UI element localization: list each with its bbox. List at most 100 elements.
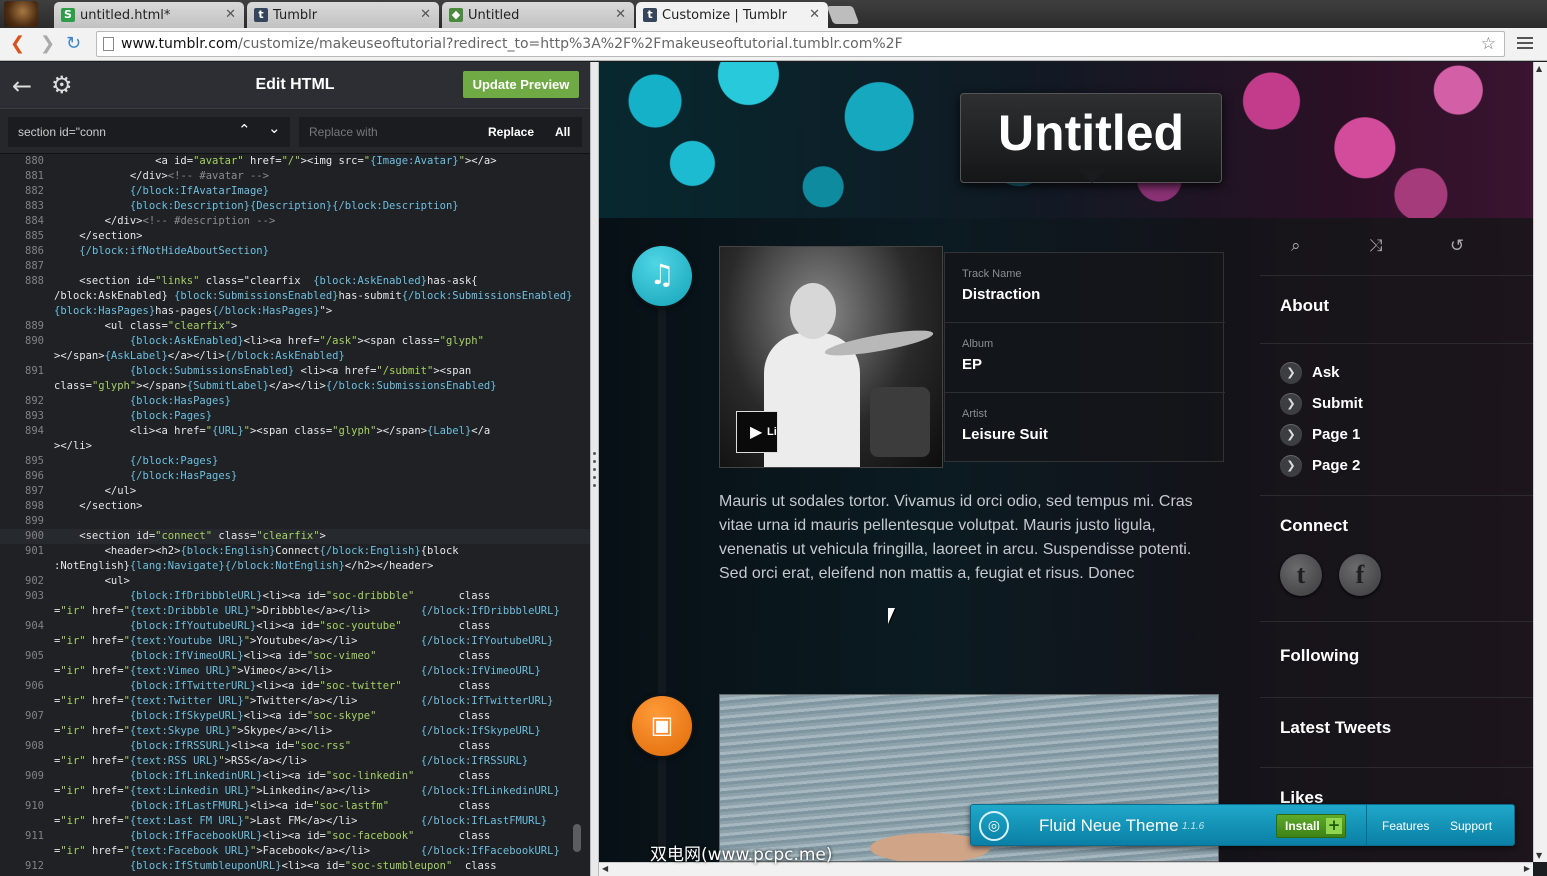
back-arrow-icon[interactable]: ❮ xyxy=(10,34,25,54)
code-text: {block:Description}{Description}{/block:… xyxy=(129,200,459,212)
theme-preview: Untitled ♫ ▣ ▶ Li Track Name Distraction … xyxy=(599,62,1533,862)
address-bar[interactable]: www.tumblr.com/customize/makeuseoftutori… xyxy=(96,31,1505,57)
scroll-up-arrow-icon[interactable]: ▲ xyxy=(1536,64,1542,73)
support-link[interactable]: Support xyxy=(1450,819,1492,833)
url-path: /customize/makeuseoftutorial?redirect_to… xyxy=(238,36,903,52)
artist-value: Leisure Suit xyxy=(962,426,1048,443)
browser-tab-3[interactable]: ◆ Untitled ✕ xyxy=(442,2,634,28)
theme-logo-icon: ◎ xyxy=(979,811,1009,841)
shuffle-icon[interactable]: ⤨ xyxy=(1369,236,1383,256)
tab-label: Tumblr xyxy=(273,8,318,23)
code-line: ="ir" href="{text:Skype URL}">Skype</a><… xyxy=(0,724,590,739)
replace-button[interactable]: Replace xyxy=(488,125,534,139)
facebook-icon[interactable]: f xyxy=(1339,554,1381,596)
install-button[interactable]: Install + xyxy=(1276,814,1346,838)
code-line: 888 <section id="links" class="clearfix … xyxy=(0,274,590,289)
code-line: 906 {block:IfTwitterURL}<li><a id="soc-t… xyxy=(0,679,590,694)
sidebar-link-page-1[interactable]: ❯ Page 1 xyxy=(1280,424,1360,446)
code-line: 886 {/block:ifNotHideAboutSection} xyxy=(0,244,590,259)
line-number: 895 xyxy=(25,455,44,467)
code-line: 900 <section id="connect" class="clearfi… xyxy=(0,529,590,544)
replace-input[interactable]: Replace with Replace All xyxy=(299,117,582,147)
sidebar-link-submit[interactable]: ❯ Submit xyxy=(1280,393,1363,415)
blog-title[interactable]: Untitled xyxy=(960,93,1222,183)
replace-all-button[interactable]: All xyxy=(555,125,570,139)
sidebar-link-page-2[interactable]: ❯ Page 2 xyxy=(1280,455,1360,477)
features-link[interactable]: Features xyxy=(1382,819,1429,833)
code-text: {/block:ifNotHideAboutSection} xyxy=(79,245,269,257)
scroll-down-arrow-icon[interactable]: ▼ xyxy=(1536,851,1542,860)
close-tab-icon[interactable]: ✕ xyxy=(809,7,820,22)
twitter-icon[interactable]: t xyxy=(1280,554,1322,596)
album-art-head xyxy=(790,283,836,339)
code-line: /block:AskEnabled} {block:SubmissionsEna… xyxy=(0,289,590,304)
find-input[interactable]: section id="conn ⌃ ⌄ xyxy=(8,117,290,147)
theme-version: 1.1.6 xyxy=(1182,821,1205,832)
tab-label: untitled.html* xyxy=(80,8,171,23)
browser-tab-1[interactable]: S untitled.html* ✕ xyxy=(54,2,244,28)
hamburger-menu-icon[interactable] xyxy=(1517,34,1533,52)
close-tab-icon[interactable]: ✕ xyxy=(420,7,431,22)
line-number: 905 xyxy=(25,650,44,662)
code-line: 907 {block:IfSkypeURL}<li><a id="soc-sky… xyxy=(0,709,590,724)
code-line: ></li> xyxy=(0,439,590,454)
code-line: ="ir" href="{text:Vimeo URL}">Vimeo</a><… xyxy=(0,664,590,679)
plus-icon: + xyxy=(1326,816,1342,834)
code-line: 902 <ul> xyxy=(0,574,590,589)
line-number: 893 xyxy=(25,410,44,422)
code-line: 890 {block:AskEnabled}<li><a href="/ask"… xyxy=(0,334,590,349)
search-icon[interactable]: ⌕ xyxy=(1291,236,1301,256)
find-input-value: section id="conn xyxy=(18,125,106,139)
browser-tab-4[interactable]: t Customize | Tumblr ✕ xyxy=(636,2,828,29)
blog-header-banner: Untitled xyxy=(599,62,1533,218)
chevron-up-icon[interactable]: ⌃ xyxy=(238,121,251,139)
line-number: 901 xyxy=(25,545,44,557)
code-text: {block:Pages} xyxy=(129,410,213,422)
code-editor[interactable]: 880 <a id="avatar" href="/"><img src="{I… xyxy=(0,154,590,876)
scroll-left-arrow-icon[interactable]: ◀ xyxy=(602,864,608,873)
browser-tab-2[interactable]: t Tumblr ✕ xyxy=(247,2,439,28)
album-label: Album xyxy=(962,338,994,350)
close-tab-icon[interactable]: ✕ xyxy=(225,7,236,22)
code-line: 897 </ul> xyxy=(0,484,590,499)
code-text: <a id="avatar" href="/"><img src="{Image… xyxy=(54,155,497,167)
code-line: 905 {block:IfVimeoURL}<li><a id="soc-vim… xyxy=(0,649,590,664)
scroll-right-arrow-icon[interactable]: ▶ xyxy=(1524,864,1530,873)
play-icon: ▶ xyxy=(750,422,763,441)
editor-scrollbar[interactable] xyxy=(573,824,581,852)
play-label: Li xyxy=(767,426,777,438)
update-preview-button[interactable]: Update Preview xyxy=(463,71,579,98)
code-line: 901 <header><h2>{block:English}Connect{/… xyxy=(0,544,590,559)
code-text: :NotEnglish}{lang:Navigate}{/block:NotEn… xyxy=(54,560,434,572)
track-name-value: Distraction xyxy=(962,286,1041,303)
code-text: <section id="links" class="clearfix {blo… xyxy=(54,275,478,287)
code-line: 887 xyxy=(0,259,590,274)
bookmark-star-icon[interactable]: ☆ xyxy=(1481,34,1496,54)
code-line: 909 {block:IfLinkedinURL}<li><a id="soc-… xyxy=(0,769,590,784)
code-text: ="ir" href="{text:RSS URL}">RSS</a></li>… xyxy=(54,755,529,767)
chevron-down-icon[interactable]: ⌄ xyxy=(268,119,281,137)
play-button[interactable]: ▶ Li xyxy=(736,411,778,453)
close-tab-icon[interactable]: ✕ xyxy=(615,7,626,22)
page-icon xyxy=(103,37,114,51)
history-icon[interactable]: ↺ xyxy=(1450,236,1464,256)
preview-vertical-scrollbar[interactable]: ▲ ▼ xyxy=(1533,62,1547,862)
line-number: 912 xyxy=(25,860,44,872)
line-number: 898 xyxy=(25,500,44,512)
sidebar-link-label: Page 1 xyxy=(1312,426,1361,443)
code-text: {block:IfLinkedinURL}<li><a id="soc-link… xyxy=(129,770,491,782)
sidebar-link-label: Submit xyxy=(1312,395,1363,412)
panel-resize-handle[interactable] xyxy=(590,62,599,876)
artist-label: Artist xyxy=(962,408,988,420)
code-text: {block:IfFacebookURL}<li><a id="soc-face… xyxy=(129,830,491,842)
code-line: ="ir" href="{text:Dribbble URL}">Dribbbl… xyxy=(0,604,590,619)
new-tab-button[interactable] xyxy=(826,6,860,24)
connect-heading: Connect xyxy=(1280,516,1348,535)
forward-arrow-icon[interactable]: ❯ xyxy=(40,34,55,54)
code-text: {block:IfYoutubeURL}<li><a id="soc-youtu… xyxy=(129,620,491,632)
browser-logo-icon xyxy=(4,1,38,27)
reload-icon[interactable]: ↻ xyxy=(66,34,81,54)
sidebar-link-ask[interactable]: ❯ Ask xyxy=(1280,362,1340,384)
code-text: ="ir" href="{text:Youtube URL}">Youtube<… xyxy=(54,635,554,647)
line-number: 880 xyxy=(25,155,44,167)
